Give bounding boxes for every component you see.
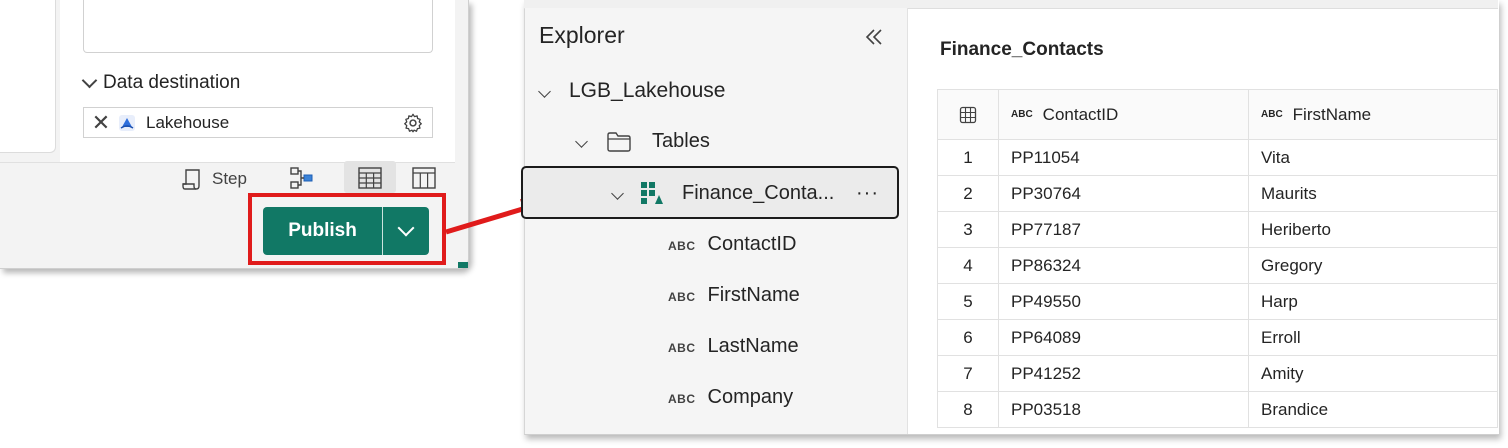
cell-contactid[interactable]: PP77187 <box>998 211 1249 248</box>
tree-item-column[interactable]: ABC FirstName <box>668 284 800 307</box>
publish-button[interactable]: Publish <box>263 207 383 255</box>
row-index: 1 <box>937 139 999 176</box>
text-type-icon: ABC <box>668 392 696 406</box>
text-type-icon: ABC <box>668 341 696 355</box>
table-row[interactable]: 6 PP64089 Erroll <box>937 319 1498 356</box>
column-name: ContactID <box>707 233 797 255</box>
data-preview-table: ABC ContactID ABC FirstName 1 PP11054 Vi… <box>937 89 1498 428</box>
chevron-down-icon <box>81 72 98 88</box>
column-header-contactid[interactable]: ABC ContactID <box>998 89 1249 140</box>
collapse-pane-icon[interactable] <box>862 26 886 48</box>
cell-contactid[interactable]: PP64089 <box>998 319 1249 356</box>
tables-folder-label: Tables <box>652 130 710 152</box>
table-row[interactable]: 1 PP11054 Vita <box>937 139 1498 176</box>
cell-contactid[interactable]: PP41252 <box>998 355 1249 392</box>
cell-firstname[interactable]: Amity <box>1248 355 1498 392</box>
table-row[interactable]: 5 PP49550 Harp <box>937 283 1498 320</box>
more-options-icon[interactable]: ··· <box>856 182 879 205</box>
explorer-pane <box>525 8 908 434</box>
cell-firstname[interactable]: Erroll <box>1248 319 1498 356</box>
publish-dropdown-button[interactable] <box>383 207 429 255</box>
table-row[interactable]: 3 PP77187 Heriberto <box>937 211 1498 248</box>
tree-item-tables[interactable]: Tables <box>575 130 710 153</box>
script-icon <box>182 169 200 190</box>
cell-contactid[interactable]: PP49550 <box>998 283 1249 320</box>
chevron-down-icon <box>538 84 551 98</box>
cell-firstname[interactable]: Heriberto <box>1248 211 1498 248</box>
text-type-icon: ABC <box>668 290 696 304</box>
row-index: 2 <box>937 175 999 212</box>
delta-table-icon <box>641 182 663 204</box>
remove-destination-icon[interactable]: ✕ <box>84 108 118 137</box>
lakehouse-name: LGB_Lakehouse <box>569 79 726 102</box>
cell-firstname[interactable]: Brandice <box>1248 391 1498 428</box>
table-row[interactable]: 4 PP86324 Gregory <box>937 247 1498 284</box>
cell-contactid[interactable]: PP30764 <box>998 175 1249 212</box>
row-index: 4 <box>937 247 999 284</box>
cell-firstname[interactable]: Harp <box>1248 283 1498 320</box>
selected-table-name: Finance_Conta... <box>682 181 835 204</box>
text-type-icon: ABC <box>1011 109 1033 120</box>
row-index: 8 <box>937 391 999 428</box>
step-label: Step <box>212 169 247 188</box>
cell-contactid[interactable]: PP03518 <box>998 391 1249 428</box>
select-all-header[interactable] <box>937 89 999 140</box>
text-type-icon: ABC <box>1261 109 1283 120</box>
chevron-down-icon <box>611 186 624 200</box>
text-type-icon: ABC <box>668 239 696 253</box>
row-index: 7 <box>937 355 999 392</box>
row-index: 5 <box>937 283 999 320</box>
tree-item-column[interactable]: ABC Company <box>668 386 793 409</box>
chevron-down-icon <box>397 219 415 237</box>
schema-view-icon[interactable] <box>411 165 437 191</box>
destination-value: Lakehouse <box>146 112 230 132</box>
cell-firstname[interactable]: Gregory <box>1248 247 1498 284</box>
chevron-down-icon <box>575 135 588 148</box>
gear-icon[interactable] <box>402 112 424 134</box>
table-row[interactable]: 2 PP30764 Maurits <box>937 175 1498 212</box>
table-row[interactable]: 8 PP03518 Brandice <box>937 391 1498 428</box>
row-index: 6 <box>937 319 999 356</box>
table-view-icon[interactable] <box>357 165 383 191</box>
explorer-title: Explorer <box>539 22 625 48</box>
table-header-row: ABC ContactID ABC FirstName <box>937 89 1498 140</box>
data-destination-label: Data destination <box>103 72 241 93</box>
tree-item-column[interactable]: ABC LastName <box>668 335 799 358</box>
folder-icon <box>607 131 631 152</box>
tree-item-column[interactable]: ABC ContactID <box>668 233 796 256</box>
tree-item-lakehouse[interactable]: LGB_Lakehouse <box>538 79 726 103</box>
cell-firstname[interactable]: Maurits <box>1248 175 1498 212</box>
diagram-view-icon[interactable] <box>288 165 314 191</box>
cell-contactid[interactable]: PP11054 <box>998 139 1249 176</box>
column-header-label: ContactID <box>1042 104 1119 124</box>
table-grid-icon <box>959 106 977 124</box>
lakehouse-icon <box>119 114 135 131</box>
column-header-firstname[interactable]: ABC FirstName <box>1248 89 1498 140</box>
cell-firstname[interactable]: Vita <box>1248 139 1498 176</box>
column-header-label: FirstName <box>1292 104 1372 124</box>
column-name: FirstName <box>707 284 800 306</box>
table-row[interactable]: 7 PP41252 Amity <box>937 355 1498 392</box>
data-destination-row[interactable]: ✕ Lakehouse <box>83 107 433 138</box>
row-index: 3 <box>937 211 999 248</box>
data-destination-header[interactable]: Data destination <box>81 72 241 94</box>
cell-contactid[interactable]: PP86324 <box>998 247 1249 284</box>
tree-item-finance-contacts[interactable]: Finance_Conta... <box>611 181 835 205</box>
table-title: Finance_Contacts <box>940 39 1104 60</box>
query-pane <box>0 0 56 153</box>
column-name: Company <box>707 386 794 408</box>
applied-steps-box <box>83 0 433 53</box>
column-name: LastName <box>707 335 799 357</box>
step-button[interactable]: Step <box>180 166 247 192</box>
window-corner-accent <box>458 262 468 268</box>
publish-split-button[interactable]: Publish <box>263 207 429 255</box>
